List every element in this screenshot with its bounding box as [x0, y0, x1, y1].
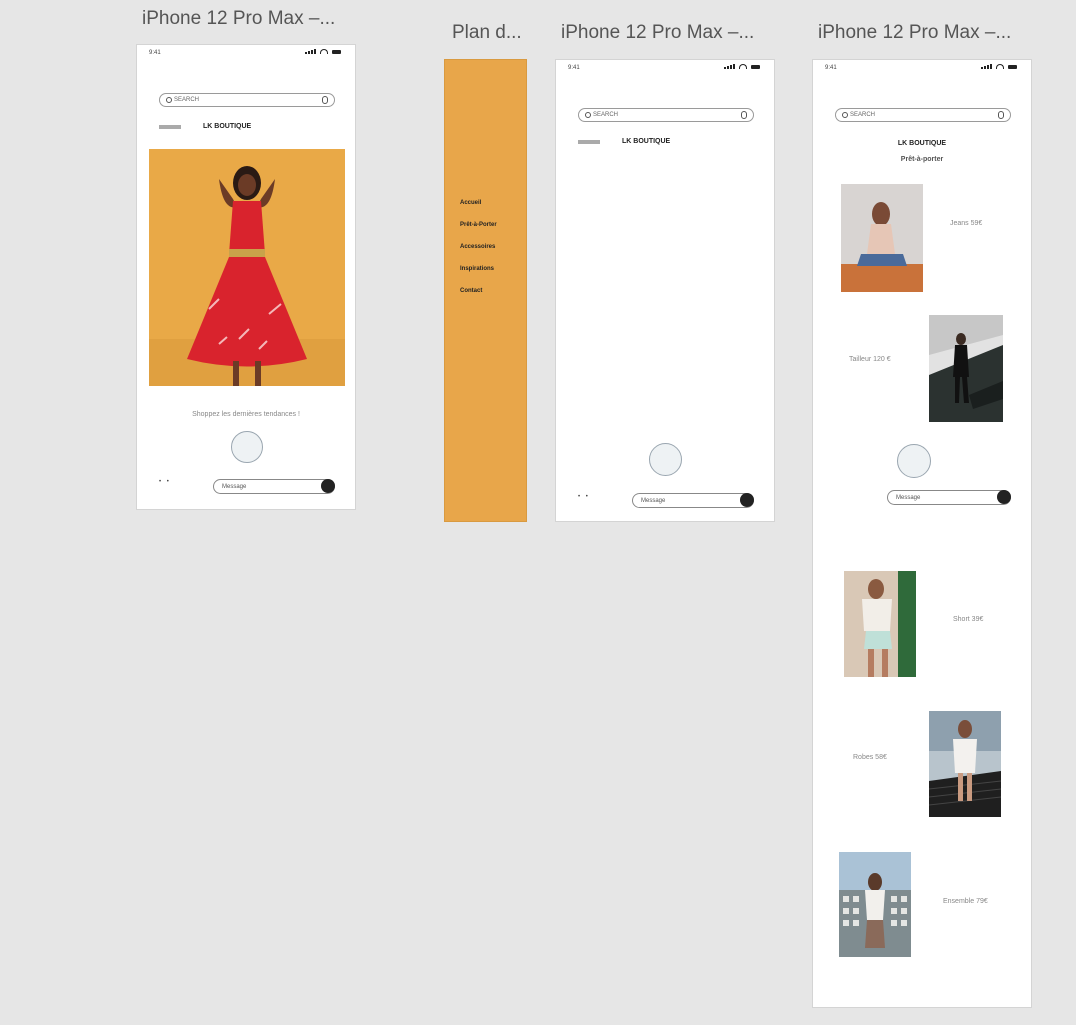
menu-item-inspirations[interactable]: Inspirations [460, 266, 494, 272]
product-label-tailleur[interactable]: Tailleur 120 € [849, 356, 891, 363]
product-label-jeans[interactable]: Jeans 59€ [950, 220, 982, 227]
status-time: 9:41 [825, 65, 837, 71]
signal-icon [724, 64, 735, 69]
building-model-photo [839, 852, 911, 957]
artboard-blank: 9:41 SEARCH LK BOUTIQUE • • Message [555, 59, 775, 522]
wifi-icon [320, 49, 328, 54]
artboard-title-menu[interactable]: Plan d... [452, 22, 522, 44]
artboard-title-home[interactable]: iPhone 12 Pro Max –... [142, 8, 335, 30]
white-dress-model-photo [929, 711, 1001, 817]
status-icons [305, 49, 341, 54]
search-input[interactable]: SEARCH [835, 108, 1011, 122]
send-icon[interactable] [997, 490, 1011, 504]
suit-model-photo [929, 315, 1003, 422]
search-icon [585, 112, 591, 118]
category-title: Prêt-à-porter [900, 156, 944, 163]
artboard-title-blank[interactable]: iPhone 12 Pro Max –... [561, 22, 754, 44]
menu-item-accessoires[interactable]: Accessoires [460, 244, 495, 250]
brand-name: LK BOUTIQUE [622, 138, 671, 145]
white-top-model-photo [844, 571, 916, 677]
search-icon [842, 112, 848, 118]
product-image-ensemble[interactable] [839, 852, 911, 957]
product-label-ensemble[interactable]: Ensemble 79€ [943, 898, 988, 905]
menu-item-contact[interactable]: Contact [460, 288, 482, 294]
status-bar: 9:41 [556, 60, 774, 76]
typing-dots-icon: • • [159, 479, 171, 485]
microphone-icon[interactable] [322, 96, 328, 104]
status-icons [981, 64, 1017, 69]
search-placeholder: SEARCH [850, 112, 876, 118]
send-icon[interactable] [740, 493, 754, 507]
menu-item-accueil[interactable]: Accueil [460, 200, 481, 206]
status-icons [724, 64, 760, 69]
product-label-short[interactable]: Short 39€ [953, 616, 983, 623]
menu-icon[interactable] [159, 124, 181, 129]
send-icon[interactable] [321, 479, 335, 493]
message-placeholder: Message [222, 483, 247, 490]
status-bar: 9:41 [137, 45, 355, 61]
status-bar: 9:41 [813, 60, 1031, 76]
product-image-jeans[interactable] [841, 184, 923, 292]
search-placeholder: SEARCH [174, 97, 200, 103]
battery-icon [751, 64, 760, 69]
artboard-title-catalog[interactable]: iPhone 12 Pro Max –... [818, 22, 1011, 44]
brand-row: LK BOUTIQUE [578, 138, 670, 145]
product-image-short[interactable] [844, 571, 916, 677]
hero-image [149, 149, 345, 386]
message-input[interactable]: Message [213, 479, 335, 494]
message-placeholder: Message [641, 497, 666, 504]
seated-model-photo [841, 184, 923, 292]
search-placeholder: SEARCH [593, 112, 619, 118]
chat-bubble-button[interactable] [231, 431, 263, 463]
red-dress-model-photo [149, 149, 345, 386]
status-time: 9:41 [568, 65, 580, 71]
search-icon [166, 97, 172, 103]
wifi-icon [739, 64, 747, 69]
typing-dots-icon: • • [578, 494, 590, 500]
product-label-robes[interactable]: Robes 58€ [853, 754, 887, 761]
battery-icon [332, 49, 341, 54]
wifi-icon [996, 64, 1004, 69]
search-input[interactable]: SEARCH [578, 108, 754, 122]
menu-icon[interactable] [578, 139, 600, 144]
chat-bubble-button[interactable] [649, 443, 682, 476]
tagline: Shoppez les dernières tendances ! [192, 411, 300, 418]
brand-row: LK BOUTIQUE [159, 123, 251, 130]
signal-icon [305, 49, 316, 54]
status-time: 9:41 [149, 50, 161, 56]
search-input[interactable]: SEARCH [159, 93, 335, 107]
menu-item-pret-a-porter[interactable]: Prêt-à-Porter [460, 222, 497, 228]
product-image-robes[interactable] [929, 711, 1001, 817]
signal-icon [981, 64, 992, 69]
artboard-menu: Accueil Prêt-à-Porter Accessoires Inspir… [444, 59, 527, 522]
microphone-icon[interactable] [998, 111, 1004, 119]
chat-bubble-button[interactable] [897, 444, 931, 478]
brand-name: LK BOUTIQUE [897, 140, 947, 147]
brand-name: LK BOUTIQUE [203, 123, 252, 130]
artboard-home: 9:41 SEARCH LK BOUTIQUE Shoppez les dern… [136, 44, 356, 510]
product-image-tailleur[interactable] [929, 315, 1003, 422]
battery-icon [1008, 64, 1017, 69]
microphone-icon[interactable] [741, 111, 747, 119]
message-input[interactable]: Message [887, 490, 1011, 505]
artboard-catalog: 9:41 SEARCH LK BOUTIQUE Prêt-à-porter Je… [812, 59, 1032, 1008]
message-input[interactable]: Message [632, 493, 754, 508]
message-placeholder: Message [896, 494, 921, 501]
